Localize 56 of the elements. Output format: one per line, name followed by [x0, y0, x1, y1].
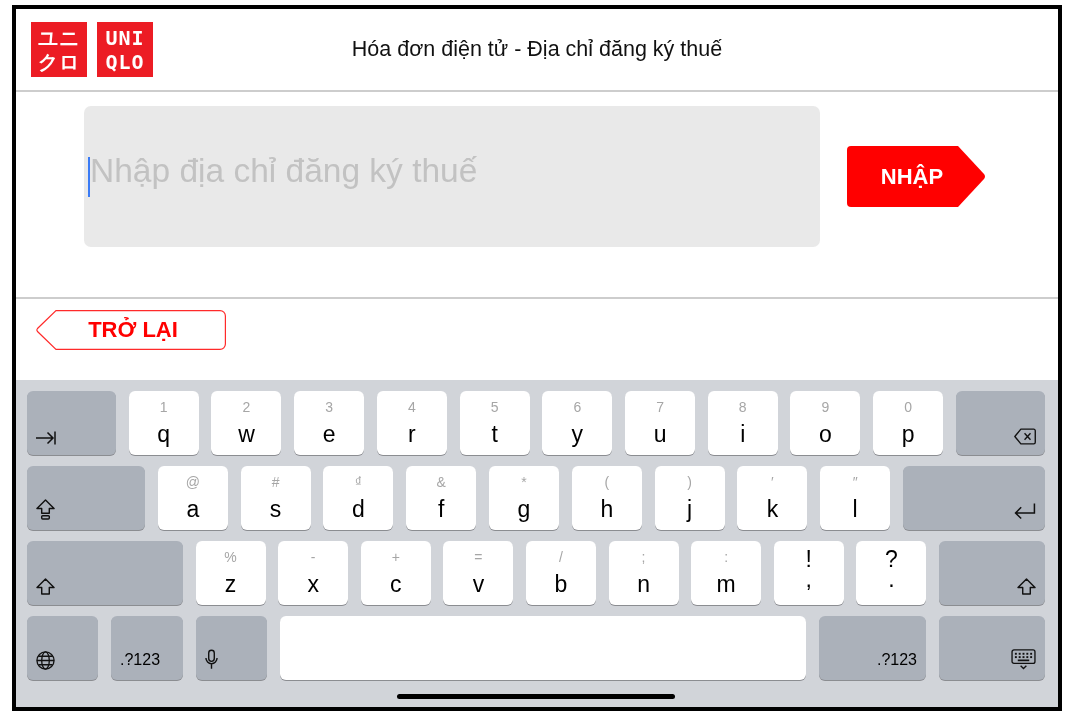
caps-lock-key[interactable] [27, 466, 145, 530]
back-button[interactable]: TRỞ LẠI [36, 310, 226, 350]
letter-key[interactable]: ; n [608, 541, 679, 605]
microphone-icon [205, 649, 218, 670]
letter-key[interactable]: ₫ d [323, 466, 394, 530]
letter-key[interactable]: ′ k [737, 466, 808, 530]
shift-icon [36, 578, 55, 595]
space-bar[interactable] [280, 616, 806, 680]
punctuation-key[interactable]: ! , [773, 541, 844, 605]
letter-key[interactable]: 6 y [542, 391, 613, 455]
shift-key[interactable] [27, 541, 183, 605]
letter-key[interactable]: ( h [571, 466, 642, 530]
letter-key[interactable]: 3 e [294, 391, 365, 455]
logo-text: クロ [38, 50, 80, 73]
letter-key[interactable]: / b [525, 541, 596, 605]
globe-icon [36, 651, 55, 670]
letter-key[interactable]: 7 u [625, 391, 696, 455]
submit-button[interactable]: NHẬP [847, 146, 986, 207]
letter-key[interactable]: 9 o [790, 391, 861, 455]
letter-key[interactable]: 2 w [211, 391, 282, 455]
logo-text: ユニ [38, 26, 80, 49]
shift-icon [1016, 578, 1036, 595]
page-title: Hóa đơn điện tử - Địa chỉ đăng ký thuế [351, 37, 723, 62]
letter-key[interactable]: % z [195, 541, 266, 605]
caps-lock-icon [36, 499, 55, 520]
letter-key[interactable]: 5 t [459, 391, 530, 455]
tab-icon [36, 431, 56, 445]
keyboard-icon [1011, 649, 1036, 670]
punctuation-key[interactable]: ? . [856, 541, 927, 605]
letter-key[interactable]: * g [489, 466, 559, 530]
letter-key[interactable]: ″ l [820, 466, 891, 530]
letter-key[interactable]: + c [360, 541, 431, 605]
letter-key[interactable]: ) j [654, 466, 725, 530]
letter-key[interactable]: 4 r [376, 391, 447, 455]
logo-text: QLO [105, 50, 145, 73]
backspace-icon [1013, 428, 1036, 445]
letter-key[interactable]: & f [406, 466, 477, 530]
letter-key[interactable]: # s [240, 466, 311, 530]
letter-key[interactable]: 8 i [707, 391, 778, 455]
return-key[interactable] [902, 466, 1045, 530]
letter-key[interactable]: @ a [157, 466, 228, 530]
return-icon [1012, 503, 1036, 520]
letter-key[interactable]: - x [278, 541, 349, 605]
tab-key[interactable] [27, 391, 116, 455]
numbers-key[interactable]: .?123 [819, 616, 926, 680]
keyboard-dismiss-key[interactable] [939, 616, 1045, 680]
numbers-key[interactable]: .?123 [111, 616, 183, 680]
letter-key[interactable]: : m [691, 541, 762, 605]
letter-key[interactable]: = v [443, 541, 514, 605]
letter-key[interactable]: 1 q [128, 391, 199, 455]
backspace-key[interactable] [955, 391, 1045, 455]
letter-key[interactable]: 0 p [873, 391, 944, 455]
shift-key[interactable] [938, 541, 1045, 605]
logo-text: UNI [105, 26, 145, 49]
microphone-key[interactable] [196, 616, 267, 680]
globe-key[interactable] [27, 616, 98, 680]
